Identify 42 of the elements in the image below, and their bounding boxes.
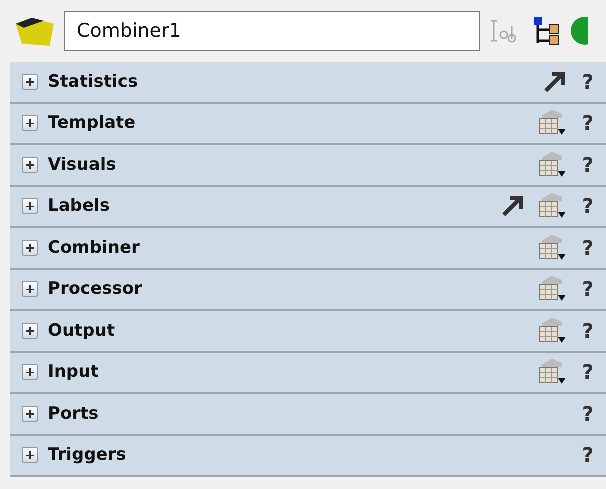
section-title: Ports bbox=[48, 404, 100, 424]
help-link[interactable]: ? bbox=[578, 443, 598, 468]
section-title: Statistics bbox=[48, 72, 140, 92]
expand-icon[interactable] bbox=[22, 198, 38, 214]
section-title: Output bbox=[48, 320, 116, 341]
help-link[interactable]: ? bbox=[578, 111, 598, 136]
section-header[interactable]: Triggers ? bbox=[10, 436, 606, 477]
expand-icon[interactable] bbox=[22, 115, 38, 132]
help-link[interactable]: ? bbox=[578, 360, 598, 384]
section-header[interactable]: Processor ? bbox=[10, 270, 606, 311]
section-header[interactable]: Output ? bbox=[10, 311, 606, 352]
expand-icon[interactable] bbox=[22, 281, 38, 298]
section-title: Template bbox=[48, 113, 137, 134]
section-header[interactable]: Combiner ? bbox=[10, 228, 606, 270]
help-link[interactable]: ? bbox=[578, 70, 598, 94]
help-link[interactable]: ? bbox=[578, 402, 598, 426]
name-field[interactable]: Combiner1 bbox=[64, 11, 480, 51]
help-link[interactable]: ? bbox=[578, 152, 598, 177]
section-title: Labels bbox=[48, 196, 111, 216]
tree-icon[interactable] bbox=[532, 16, 562, 46]
expand-icon[interactable] bbox=[22, 447, 38, 464]
section-header[interactable]: Input ? bbox=[10, 352, 606, 394]
section-header[interactable]: Statistics ? bbox=[10, 62, 606, 104]
section-header[interactable]: Visuals ? bbox=[10, 145, 606, 186]
section-header[interactable]: Template ? bbox=[10, 104, 606, 145]
expand-icon[interactable] bbox=[22, 240, 38, 256]
expand-icon[interactable] bbox=[22, 156, 38, 173]
section-title: Combiner bbox=[48, 238, 141, 258]
section-title: Visuals bbox=[48, 154, 118, 175]
help-link[interactable]: ? bbox=[578, 318, 598, 343]
help-link[interactable]: ? bbox=[578, 194, 598, 218]
expand-icon[interactable] bbox=[22, 322, 38, 339]
expand-icon[interactable] bbox=[22, 74, 38, 90]
help-link[interactable]: ? bbox=[578, 236, 598, 260]
section-title: Processor bbox=[48, 279, 144, 300]
section-title: Input bbox=[48, 362, 100, 382]
section-header[interactable]: Ports ? bbox=[10, 394, 606, 436]
help-link[interactable]: ? bbox=[578, 277, 598, 302]
expand-icon[interactable] bbox=[22, 364, 38, 380]
section-header[interactable]: Labels ? bbox=[10, 186, 606, 228]
expand-icon[interactable] bbox=[22, 406, 38, 422]
section-title: Triggers bbox=[48, 445, 128, 466]
